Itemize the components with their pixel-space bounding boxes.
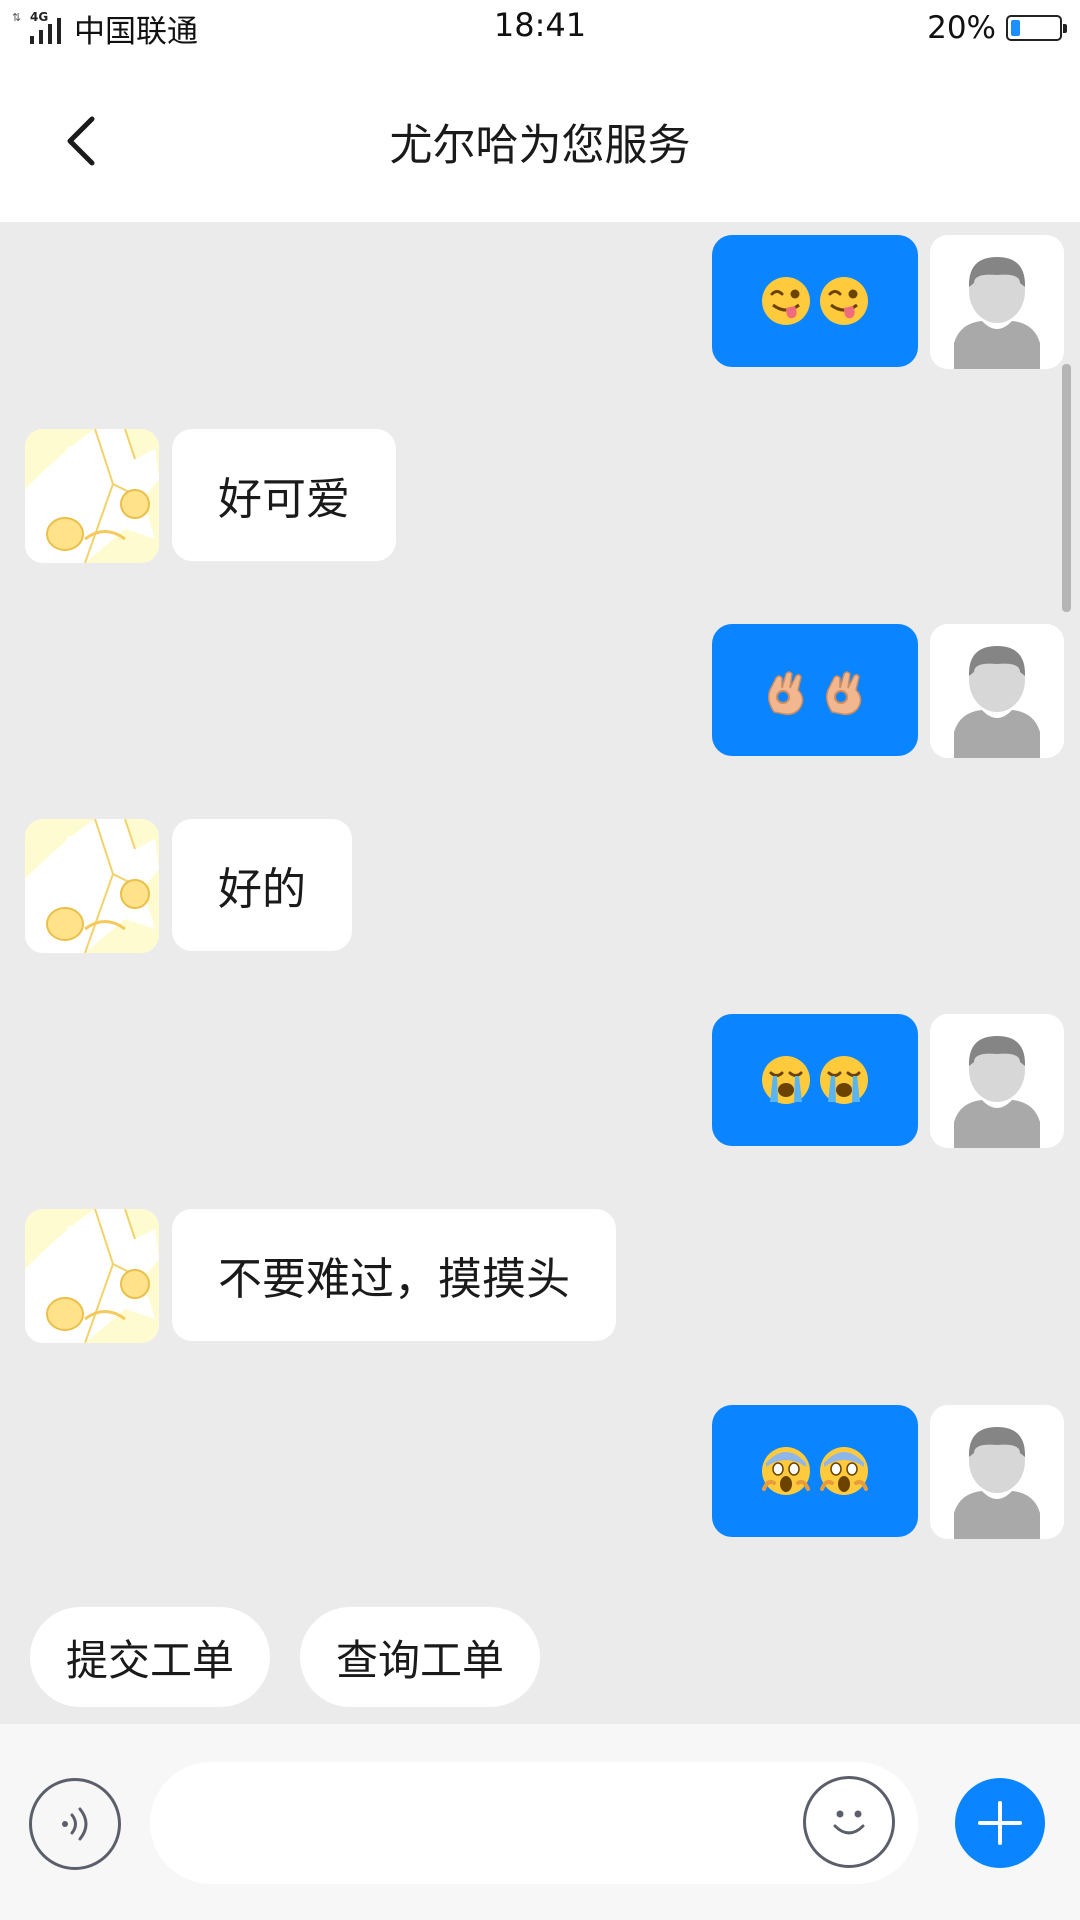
agent-avatar[interactable] [25,819,159,953]
message-text: 好可爱 [218,474,350,525]
agent-avatar[interactable] [25,1209,159,1343]
chat-list[interactable]: 好可爱 好的 不要难过，摸摸头 [0,222,1080,1724]
page-title: 尤尔哈为您服务 [389,121,691,171]
query-ticket-button[interactable]: 查询工单 [300,1607,541,1707]
agent-avatar[interactable] [25,429,159,563]
top-bar: ⇅ 4G 中国联通 18:41 20% 尤尔哈为您服务 [0,0,1080,222]
anime-character-avatar-icon [25,429,159,563]
incoming-bubble[interactable]: 好可爱 [172,429,396,561]
screaming-face-icon [762,1447,810,1495]
message-outgoing [0,624,1080,758]
default-user-icon [930,624,1064,758]
message-text: 不要难过，摸摸头 [218,1254,570,1305]
message-incoming: 不要难过，摸摸头 [0,1209,1080,1343]
winking-face-tongue-icon [820,277,868,325]
status-right: 20% [927,6,1067,50]
smiley-icon [833,1810,865,1835]
battery-percent: 20% [927,10,996,46]
emoji-group [760,1054,870,1106]
screaming-face-icon [820,1447,868,1495]
message-outgoing [0,235,1080,369]
voice-button[interactable] [29,1778,121,1870]
more-button[interactable] [955,1778,1045,1868]
user-avatar[interactable] [930,1014,1064,1148]
emoji-group [760,1445,870,1497]
default-user-icon [930,1014,1064,1148]
default-user-icon [930,1405,1064,1539]
ok-hand-icon [767,671,804,716]
default-user-icon [930,235,1064,369]
outgoing-bubble[interactable] [712,235,918,367]
outgoing-bubble[interactable] [712,624,918,756]
incoming-bubble[interactable]: 好的 [172,819,352,951]
message-outgoing [0,1014,1080,1148]
submit-ticket-button[interactable]: 提交工单 [30,1607,271,1707]
battery-fill [1011,20,1020,36]
message-outgoing [0,1405,1080,1539]
user-avatar[interactable] [930,235,1064,369]
user-avatar[interactable] [930,624,1064,758]
input-bar [0,1724,1080,1920]
user-avatar[interactable] [930,1405,1064,1539]
message-incoming: 好的 [0,819,1080,953]
quick-replies: 提交工单 查询工单 [30,1607,541,1707]
emoji-group [760,275,870,327]
outgoing-bubble[interactable] [712,1014,918,1146]
voice-icon [62,1807,88,1841]
ok-hand-icon [825,671,862,716]
plus-icon [978,1801,1022,1845]
loudly-crying-face-icon [762,1056,810,1104]
message-text: 好的 [218,864,306,915]
anime-character-avatar-icon [25,819,159,953]
emoji-button[interactable] [803,1776,895,1868]
header: 尤尔哈为您服务 [0,56,1080,222]
battery-icon [1006,15,1067,41]
anime-character-avatar-icon [25,1209,159,1343]
status-time: 18:41 [493,6,587,44]
chat-scrollbar[interactable] [1062,364,1071,612]
emoji-group [760,664,870,716]
outgoing-bubble[interactable] [712,1405,918,1537]
winking-face-tongue-icon [762,277,810,325]
message-incoming: 好可爱 [0,429,1080,563]
status-bar: ⇅ 4G 中国联通 18:41 20% [0,0,1080,56]
loudly-crying-face-icon [820,1056,868,1104]
incoming-bubble[interactable]: 不要难过，摸摸头 [172,1209,616,1341]
